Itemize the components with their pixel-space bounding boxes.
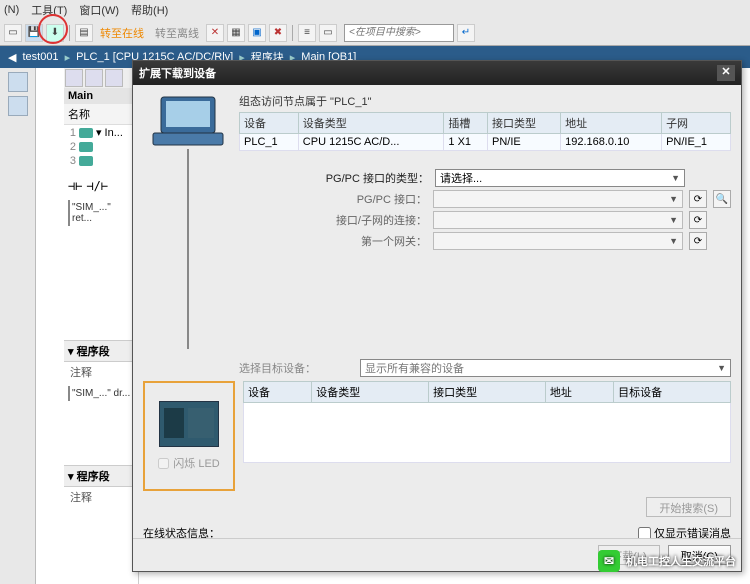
chevron-right-icon: ▸ — [65, 51, 71, 64]
results-table: 设备 设备类型 接口类型 地址 目标设备 — [243, 381, 731, 463]
select-target-label: 选择目标设备： — [239, 360, 354, 376]
sim-block-2[interactable]: "SIM_..." dr... — [68, 386, 134, 401]
pgpc-type-combo[interactable]: 请选择...▼ — [435, 169, 685, 187]
download-icon[interactable]: ⬇ — [46, 24, 64, 42]
bc-back-icon[interactable]: ◀ — [8, 51, 16, 64]
device-row[interactable]: PLC_1 CPU 1215C AC/D... 1 X1 PN/IE 192.1… — [240, 134, 731, 151]
online-status-label: 在线状态信息： — [143, 525, 220, 538]
sidebar-row-3[interactable]: 3 — [64, 154, 138, 168]
th-slot[interactable]: 插槽 — [444, 113, 488, 134]
toolbar-btn-g[interactable]: ↵ — [457, 24, 475, 42]
th-type[interactable]: 设备类型 — [298, 113, 444, 134]
go-online-button[interactable]: 转至在线 — [100, 25, 144, 41]
toolbar-btn-a[interactable]: ✕ — [206, 24, 224, 42]
tag-icon — [79, 128, 93, 138]
sb-tool-3[interactable] — [105, 69, 123, 87]
dialog-titlebar: 扩展下载到设备 ✕ — [133, 61, 741, 85]
device-table: 设备 设备类型 插槽 接口类型 地址 子网 PLC_1 CPU 1215C AC… — [239, 112, 731, 151]
menu-help[interactable]: 帮助(H) — [131, 2, 168, 18]
rt-addr[interactable]: 地址 — [545, 382, 613, 403]
separator — [69, 25, 70, 41]
bc-item-project[interactable]: test001 — [22, 51, 58, 63]
toolbar-btn-f[interactable]: ▭ — [319, 24, 337, 42]
rt-type[interactable]: 设备类型 — [312, 382, 429, 403]
pgpc-if-combo: ▼ — [433, 190, 683, 208]
menu-tools[interactable]: 工具(T) — [31, 2, 67, 18]
save-icon[interactable]: 💾 — [25, 24, 43, 42]
sidebar-toolbar — [64, 68, 138, 88]
menu-n[interactable]: (N) — [4, 4, 19, 16]
close-icon[interactable]: ✕ — [717, 65, 735, 81]
ladder-symbols: ⊣⊢⊣/⊢ — [64, 176, 138, 196]
sim-block-1[interactable]: "SIM_..." ret... — [68, 200, 134, 226]
sb-tool-2[interactable] — [85, 69, 103, 87]
tag-icon — [79, 156, 93, 166]
main-toolbar: ▭ 💾 ⬇ ▤ 转至在线 转至离线 ✕ ▦ ▣ ✖ ≡ ▭ ↵ — [0, 20, 750, 46]
subnet-conn-label: 接口/子网的连接： — [317, 212, 427, 228]
watermark: ✉ 机电工控人生交流平台 — [598, 550, 736, 572]
chevron-down-icon: ▼ — [671, 173, 680, 183]
gutter-icon[interactable] — [8, 96, 28, 116]
wechat-icon: ✉ — [598, 550, 620, 572]
toolbar-btn-b[interactable]: ▦ — [227, 24, 245, 42]
section-segment-2[interactable]: ▾ 程序段 — [64, 465, 138, 487]
only-errors-check[interactable]: 仅显示错误消息 — [638, 525, 731, 538]
tag-icon — [79, 142, 93, 152]
rt-device[interactable]: 设备 — [244, 382, 312, 403]
sidebar-row-2[interactable]: 2 — [64, 140, 138, 154]
start-search-button: 开始搜索(S) — [646, 497, 731, 517]
connection-line — [187, 149, 189, 349]
th-device[interactable]: 设备 — [240, 113, 299, 134]
menu-bar: (N) 工具(T) 窗口(W) 帮助(H) — [0, 0, 750, 20]
access-node-label: 组态访问节点属于 "PLC_1" — [239, 93, 731, 109]
th-subnet[interactable]: 子网 — [662, 113, 731, 134]
section-comment-2: 注释 — [64, 487, 138, 507]
blink-led-checkbox — [158, 458, 169, 469]
subnet-conn-combo: ▼ — [433, 211, 683, 229]
sb-tool-1[interactable] — [65, 69, 83, 87]
rt-iface[interactable]: 接口类型 — [429, 382, 546, 403]
dialog-title: 扩展下载到设备 — [139, 65, 216, 81]
project-search-input[interactable] — [344, 24, 454, 42]
plc-icon — [159, 401, 219, 447]
th-iface[interactable]: 接口类型 — [488, 113, 561, 134]
go-offline-button[interactable]: 转至离线 — [155, 25, 199, 41]
pgpc-if-label: PG/PC 接口： — [317, 191, 427, 207]
only-errors-checkbox[interactable] — [638, 527, 651, 539]
toolbar-btn-d[interactable]: ✖ — [269, 24, 287, 42]
section-comment: 注释 — [64, 362, 138, 382]
pgpc-type-label: PG/PC 接口的类型： — [319, 170, 429, 186]
toolbar-btn-1[interactable]: ▭ — [4, 24, 22, 42]
sidebar: Main 名称 1▾In... 2 3 ⊣⊢⊣/⊢ "SIM_..." ret.… — [64, 68, 139, 584]
toolbar-btn-4[interactable]: ▤ — [75, 24, 93, 42]
separator — [292, 25, 293, 41]
refresh-icon[interactable]: ⟳ — [689, 190, 707, 208]
menu-window[interactable]: 窗口(W) — [79, 2, 119, 18]
first-gw-combo: ▼ — [433, 232, 683, 250]
sidebar-title: Main — [64, 88, 138, 104]
refresh-icon[interactable]: ⟳ — [689, 232, 707, 250]
toolbar-btn-e[interactable]: ≡ — [298, 24, 316, 42]
select-target-combo[interactable]: 显示所有兼容的设备▼ — [360, 359, 731, 377]
sidebar-row-1[interactable]: 1▾In... — [64, 125, 138, 140]
search-icon[interactable]: 🔍 — [713, 190, 731, 208]
toolbar-btn-c[interactable]: ▣ — [248, 24, 266, 42]
gutter-icon[interactable] — [8, 72, 28, 92]
download-dialog: 扩展下载到设备 ✕ 组态访问节点属于 "PLC_1" 设备 设备类型 插槽 — [132, 60, 742, 572]
blink-led-label: 闪烁 LED — [173, 455, 219, 471]
results-empty-row — [244, 403, 731, 463]
code-strip — [36, 68, 64, 584]
th-addr[interactable]: 地址 — [561, 113, 662, 134]
target-device-preview: 闪烁 LED — [143, 381, 235, 491]
refresh-icon[interactable]: ⟳ — [689, 211, 707, 229]
first-gw-label: 第一个网关： — [317, 233, 427, 249]
rt-target[interactable]: 目标设备 — [614, 382, 731, 403]
sidebar-col-name: 名称 — [64, 104, 138, 125]
laptop-icon — [149, 93, 227, 151]
chevron-down-icon: ▼ — [717, 363, 726, 373]
section-segment[interactable]: ▾ 程序段 — [64, 340, 138, 362]
left-gutter — [0, 68, 36, 584]
